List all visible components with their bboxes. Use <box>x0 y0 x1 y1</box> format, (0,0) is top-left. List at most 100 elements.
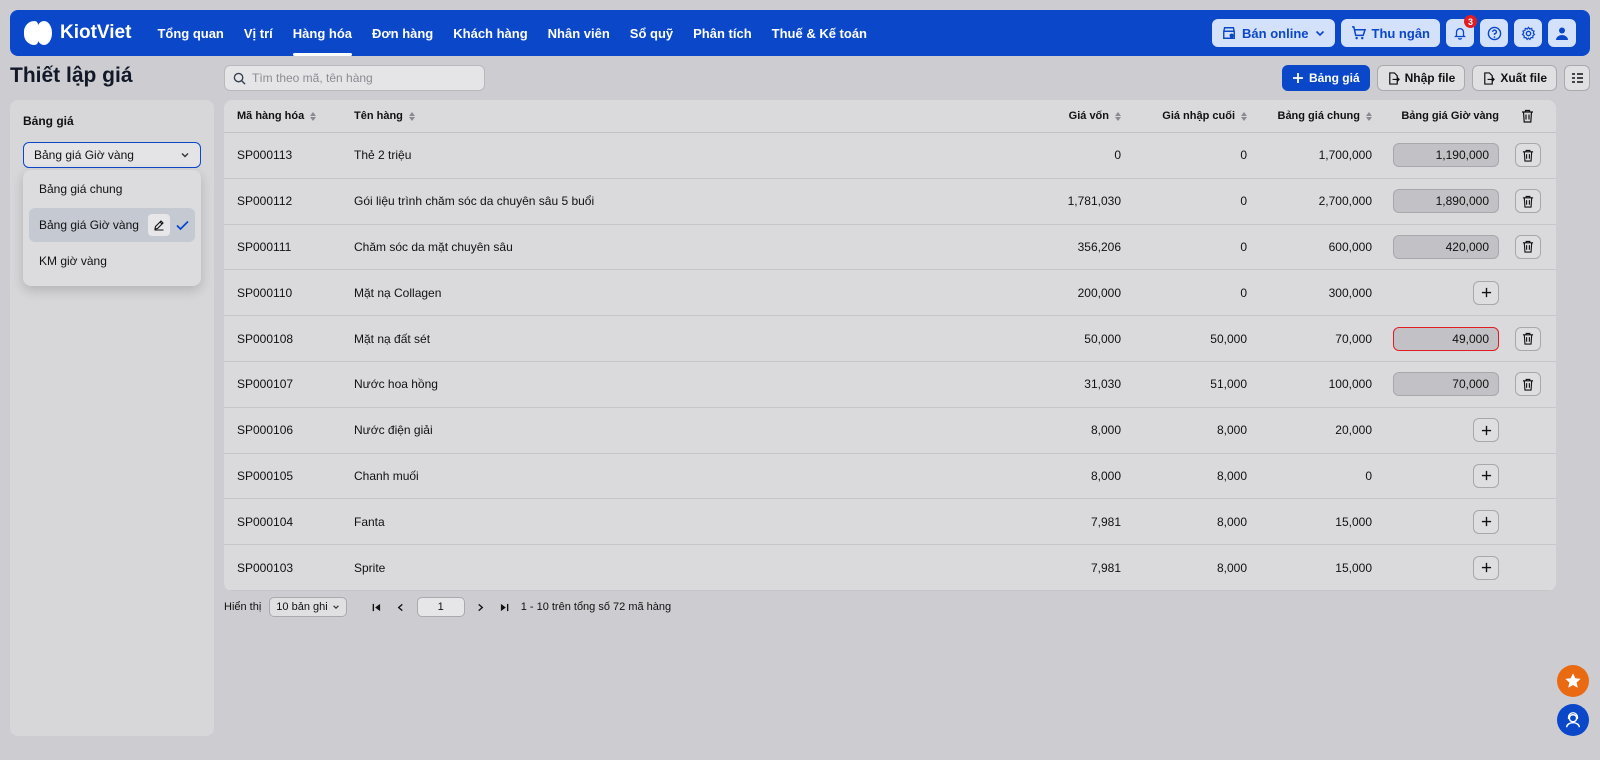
nav-item[interactable]: Vị trí <box>234 10 283 56</box>
per-page-select[interactable]: 10 bản ghi <box>269 597 347 617</box>
add-price-button[interactable] <box>1473 555 1499 580</box>
general-price: 100,000 <box>1328 377 1372 392</box>
first-page-button[interactable] <box>369 599 385 615</box>
cost-price: 200,000 <box>1077 285 1121 300</box>
star-icon <box>1565 673 1581 688</box>
sell-online-button[interactable]: Bán online <box>1212 19 1335 47</box>
plus-icon <box>1481 425 1491 435</box>
cost-price: 1,781,030 <box>1067 194 1121 209</box>
pricebook-select[interactable]: Bảng giá Giờ vàng <box>23 142 201 168</box>
gold-price-input[interactable]: 1,890,000 <box>1393 189 1499 214</box>
gold-price-input[interactable]: 70,000 <box>1393 372 1499 397</box>
general-price: 15,000 <box>1335 514 1372 529</box>
cost-price: 8,000 <box>1090 468 1121 483</box>
column-settings-button[interactable] <box>1564 65 1590 91</box>
pricebook-option-label: KM giờ vàng <box>39 254 107 268</box>
gold-price-input[interactable]: 1,190,000 <box>1393 143 1499 168</box>
trash-icon <box>1522 241 1533 254</box>
general-price: 20,000 <box>1335 423 1372 438</box>
nav-item[interactable]: Nhân viên <box>538 10 620 56</box>
sell-online-label: Bán online <box>1242 25 1309 41</box>
show-label: Hiển thị <box>224 601 262 613</box>
header-last-import[interactable]: Giá nhập cuối <box>1121 110 1247 122</box>
nav-item[interactable]: Hàng hóa <box>283 10 362 56</box>
product-name: Nước hoa hồng <box>354 377 438 392</box>
delete-row-button[interactable] <box>1514 143 1541 168</box>
pricebook-option[interactable]: KM giờ vàng <box>29 244 195 278</box>
gold-price-input[interactable]: 420,000 <box>1393 234 1499 259</box>
table-header: Mã hàng hóa Tên hàng Giá vốn Giá nhập cu… <box>224 100 1556 133</box>
header-name[interactable]: Tên hàng <box>341 110 901 122</box>
nav-item[interactable]: Sổ quỹ <box>620 10 683 56</box>
delete-row-button[interactable] <box>1514 234 1541 259</box>
import-file-label: Nhập file <box>1404 71 1456 85</box>
delete-row-button[interactable] <box>1514 326 1541 351</box>
row-action-cell <box>1499 189 1556 214</box>
add-price-button[interactable] <box>1473 418 1499 443</box>
header-code[interactable]: Mã hàng hóa <box>224 110 341 122</box>
product-name: Mặt nạ Collagen <box>354 285 442 300</box>
general-price: 2,700,000 <box>1318 194 1372 209</box>
price-table: Mã hàng hóa Tên hàng Giá vốn Giá nhập cu… <box>224 100 1556 591</box>
trash-icon <box>1522 109 1533 123</box>
gold-price-cell <box>1372 555 1499 580</box>
top-right-actions: Bán online Thu ngân 3 <box>1212 15 1576 47</box>
gold-price-cell: 1,890,000 <box>1372 189 1499 214</box>
gold-price-input[interactable]: 49,000 <box>1393 326 1499 351</box>
next-page-button[interactable] <box>473 599 489 615</box>
cashier-button[interactable]: Thu ngân <box>1340 19 1440 47</box>
product-code: SP000113 <box>237 148 293 163</box>
nav-item[interactable]: Khách hàng <box>443 10 537 56</box>
page-number-input[interactable]: 1 <box>416 597 465 617</box>
cost-price: 0 <box>1114 148 1121 163</box>
chevron-left-icon <box>397 603 403 611</box>
trash-icon <box>1522 195 1533 208</box>
product-code: SP000108 <box>237 331 294 346</box>
delete-all-button[interactable] <box>1499 109 1556 123</box>
pricebook-option[interactable]: Bảng giá chung <box>29 172 195 206</box>
last-page-button[interactable] <box>497 599 513 615</box>
file-import-icon <box>1388 71 1400 85</box>
toolbar: Bảng giá Nhập file Xuất file <box>1281 65 1590 91</box>
nav-item[interactable]: Tổng quan <box>147 10 233 56</box>
import-file-button[interactable]: Nhập file <box>1376 65 1466 91</box>
settings-button[interactable] <box>1514 19 1542 47</box>
delete-row-button[interactable] <box>1514 372 1541 397</box>
add-price-button[interactable] <box>1473 280 1499 305</box>
header-general-price[interactable]: Bảng giá chung <box>1247 110 1372 122</box>
export-file-button[interactable]: Xuất file <box>1472 65 1557 91</box>
edit-pricebook-button[interactable] <box>148 214 170 236</box>
gold-price-cell <box>1372 509 1499 534</box>
nav-item[interactable]: Đơn hàng <box>362 10 443 56</box>
sort-icon <box>310 111 317 121</box>
nav-item[interactable]: Phân tích <box>683 10 762 56</box>
product-name: Nước điện giải <box>354 423 433 438</box>
table-row: SP000103 Sprite 7,981 8,000 15,000 <box>224 545 1556 591</box>
delete-row-button[interactable] <box>1514 189 1541 214</box>
support-floating-button[interactable] <box>1557 704 1589 736</box>
favorite-floating-button[interactable] <box>1557 665 1589 697</box>
help-button[interactable] <box>1480 19 1508 47</box>
cost-price: 7,981 <box>1090 514 1121 529</box>
list-columns-icon <box>1571 73 1583 83</box>
header-cost[interactable]: Giá vốn <box>901 110 1121 122</box>
support-agent-icon <box>1565 712 1581 728</box>
trash-icon <box>1522 149 1533 162</box>
prev-page-button[interactable] <box>393 599 409 615</box>
search-input[interactable] <box>252 71 452 85</box>
add-price-button[interactable] <box>1473 463 1499 488</box>
general-price: 15,000 <box>1335 560 1372 575</box>
pricebook-dropdown: Bảng giá chung Bảng giá Giờ vàng KM giờ và… <box>23 170 201 286</box>
nav-item[interactable]: Thuế & Kế toán <box>762 10 877 56</box>
product-name: Gói liệu trình chăm sóc da chuyên sâu 5 … <box>354 194 595 209</box>
add-pricebook-button[interactable]: Bảng giá <box>1281 65 1370 91</box>
user-avatar-button[interactable] <box>1548 19 1576 47</box>
row-action-cell <box>1499 372 1556 397</box>
notifications-button[interactable]: 3 <box>1446 15 1477 47</box>
product-name: Chăm sóc da mặt chuyên sâu <box>354 239 513 254</box>
brand-logo[interactable]: KiotViet <box>24 19 131 47</box>
add-price-button[interactable] <box>1473 509 1499 534</box>
user-avatar-icon <box>1556 27 1568 40</box>
trash-icon <box>1522 332 1533 345</box>
pricebook-option[interactable]: Bảng giá Giờ vàng <box>29 208 195 242</box>
